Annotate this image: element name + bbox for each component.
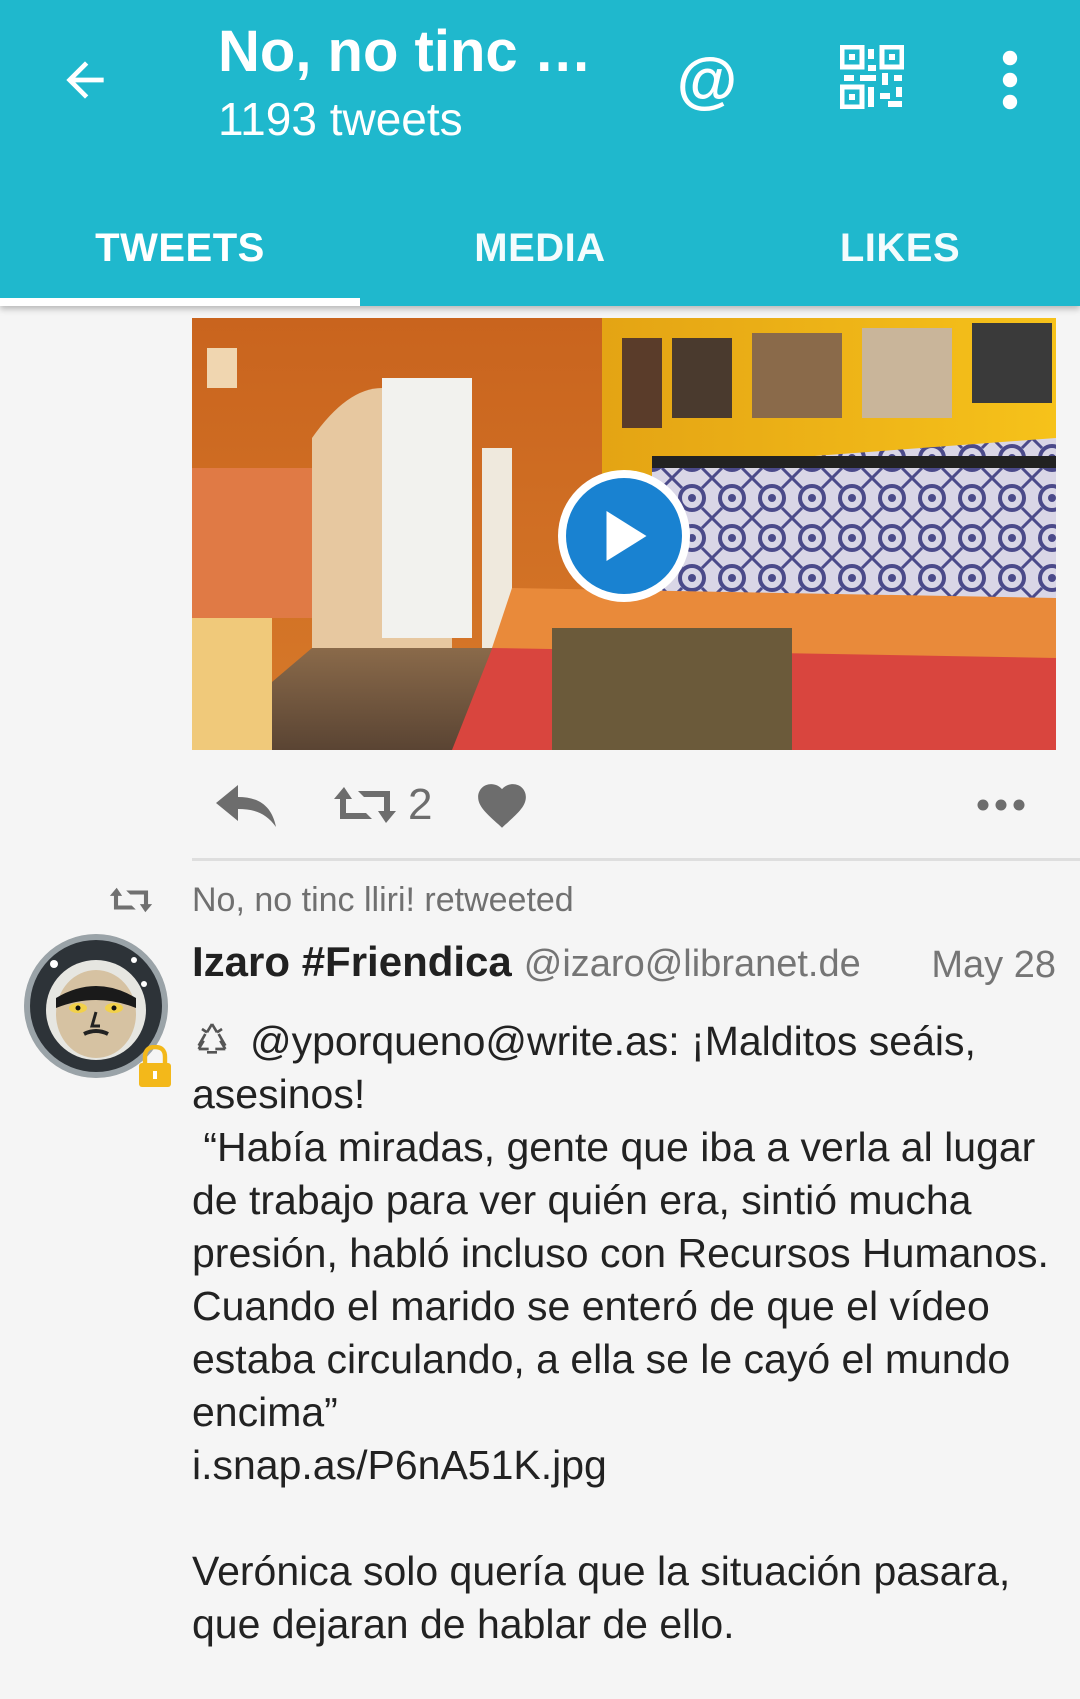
heart-icon [478,784,526,828]
protected-lock-icon [135,1044,175,1089]
more-vert-icon [1002,50,1018,110]
retweet-count: 2 [408,780,433,829]
like-button[interactable] [474,770,530,840]
tweet-divider [192,858,1080,861]
tweet-line: @yporqueno@write.as: ¡Malditos seáis, as… [192,1015,1062,1121]
tweet-text[interactable]: @yporqueno@write.as: ¡Malditos seáis, as… [192,1015,1062,1651]
profile-tabs: TWEETS MEDIA LIKES [0,190,1080,306]
play-icon [606,511,647,561]
more-horiz-icon [977,799,1025,811]
recycle-icon [197,1023,227,1054]
tweet-date: May 28 [931,944,1056,986]
tab-likes[interactable]: LIKES [720,190,1080,306]
tweet-count: 1193 tweets [218,93,463,145]
overflow-menu-button[interactable] [985,45,1035,115]
tweet-link[interactable]: i.snap.as/P6nA51K.jpg [192,1439,1062,1492]
mention-button[interactable]: @ [672,40,742,120]
tweet-author: Izaro #Friendica @izaro@libranet.de [192,938,861,994]
retweet-notice: No, no tinc lliri! retweeted [192,881,574,919]
play-button[interactable] [558,470,690,602]
retweet-notice-icon-wrap [108,880,154,920]
tab-media[interactable]: MEDIA [360,190,720,306]
qr-code-button[interactable] [839,44,910,115]
tweet-line-1: @yporqueno@write.as: ¡Malditos seáis, as… [192,1018,976,1117]
arrow-back-icon [66,61,104,99]
tweet-line-4: Verónica solo quería que la situación pa… [192,1548,1011,1647]
tweet-line-2: “Había miradas, gente que iba a verla al… [192,1124,1061,1435]
author-name[interactable]: Izaro #Friendica [192,938,512,986]
retweet-icon [109,887,153,913]
more-options-button[interactable] [976,770,1026,840]
at-icon: @ [676,45,738,115]
qr-code-icon [839,44,905,110]
author-handle[interactable]: @izaro@libranet.de [524,943,861,986]
retweet-icon [334,787,396,823]
profile-title: No, no tinc ll… [218,19,598,84]
reply-button[interactable] [212,770,280,840]
retweet-button[interactable]: 2 [332,770,432,840]
reply-icon [216,785,276,827]
app-bar: No, no tinc ll… 1193 tweets @ TWEETS MED… [0,0,1080,306]
tab-tweets[interactable]: TWEETS [0,190,360,306]
tweet-actions: 2 [192,770,1056,840]
back-button[interactable] [50,45,120,115]
